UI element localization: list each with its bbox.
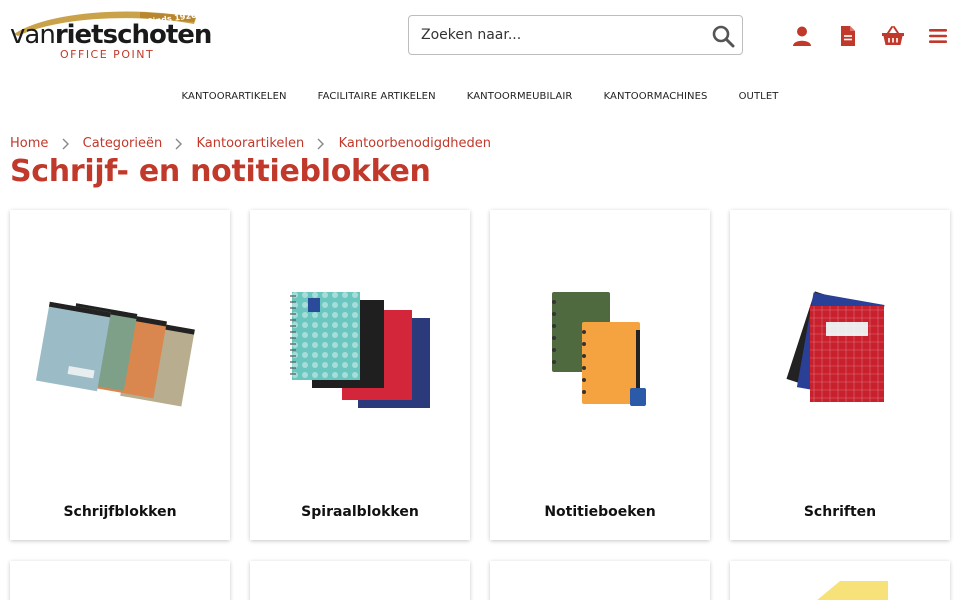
document-icon[interactable] — [836, 24, 860, 48]
brand-logo[interactable]: Sinds 1920 vanrietschoten OFFICE POINT — [10, 8, 212, 63]
logo-word-bold: rietschoten — [54, 20, 213, 50]
breadcrumb: Home Categorieën Kantoorartikelen Kantoo… — [10, 136, 491, 154]
search-icon[interactable] — [710, 23, 736, 49]
user-icon[interactable] — [790, 24, 814, 48]
page-title: Schrijf- en notitieblokken — [10, 154, 431, 189]
basket-icon[interactable] — [881, 24, 905, 48]
category-card[interactable] — [730, 561, 950, 600]
category-card-spiraalblokken[interactable]: Spiraalblokken — [250, 210, 470, 540]
category-label: Schriften — [803, 504, 877, 520]
menu-icon[interactable] — [926, 24, 950, 48]
category-card-notitieboeken[interactable]: Notitieboeken — [490, 210, 710, 540]
category-label: Spiraalblokken — [301, 504, 419, 520]
nav-item-kantoormachines[interactable]: KANTOORMACHINES — [604, 91, 708, 102]
category-label: Notitieboeken — [544, 504, 656, 520]
search-input[interactable] — [410, 17, 700, 53]
category-label: Schrijfblokken — [63, 504, 177, 520]
logo-wordmark: vanrietschoten — [10, 20, 213, 50]
chevron-right-icon — [317, 138, 325, 149]
category-card[interactable] — [250, 561, 470, 600]
spiral-notebooks-image — [290, 292, 430, 408]
nav-item-kantoorartikelen[interactable]: KANTOORARTIKELEN — [182, 91, 287, 102]
nav-item-outlet[interactable]: OUTLET — [739, 91, 779, 102]
nav-item-facilitaire-artikelen[interactable]: FACILITAIRE ARTIKELEN — [318, 91, 436, 102]
notebooks-image — [552, 292, 646, 406]
logo-subline: OFFICE POINT — [60, 48, 155, 61]
nav-item-kantoormeubilair[interactable]: KANTOORMEUBILAIR — [467, 91, 573, 102]
category-card[interactable] — [10, 561, 230, 600]
search-box — [408, 15, 743, 55]
sticky-notes-image — [817, 581, 888, 600]
category-card[interactable] — [490, 561, 710, 600]
breadcrumb-home[interactable]: Home — [10, 136, 48, 151]
chevron-right-icon — [175, 138, 183, 149]
writing-pads-image — [35, 301, 195, 407]
category-card-schrijfblokken[interactable]: Schrijfblokken — [10, 210, 230, 540]
breadcrumb-kantoorbenodigdheden[interactable]: Kantoorbenodigdheden — [339, 136, 491, 151]
logo-word-light: van — [10, 20, 56, 50]
category-card-schriften[interactable]: Schriften — [730, 210, 950, 540]
main-nav: KANTOORARTIKELEN FACILITAIRE ARTIKELEN K… — [0, 84, 960, 104]
exercise-books-image — [786, 291, 885, 402]
breadcrumb-categorieen[interactable]: Categorieën — [83, 136, 163, 151]
site-header: Sinds 1920 vanrietschoten OFFICE POINT — [0, 0, 960, 72]
breadcrumb-kantoorartikelen[interactable]: Kantoorartikelen — [197, 136, 305, 151]
chevron-right-icon — [62, 138, 69, 149]
